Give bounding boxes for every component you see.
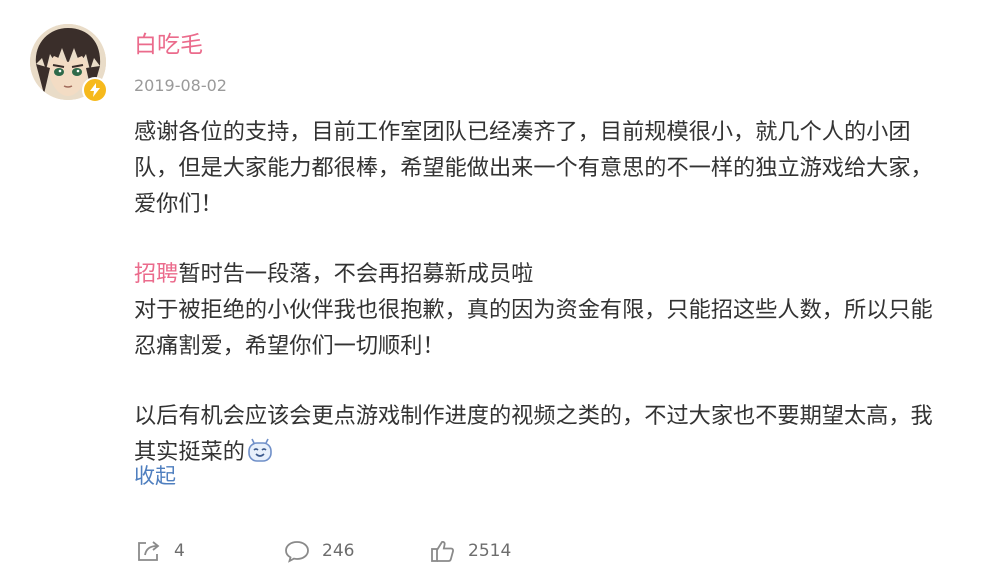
like-button[interactable]: 2514 <box>430 536 511 566</box>
post-text-line: 爱你们！ <box>134 191 223 217</box>
username[interactable]: 白吃毛 <box>134 30 203 60</box>
post-text-line: 队，但是大家能力都很棒，希望能做出来一个有意思的不一样的独立游戏给大家， <box>134 155 933 181</box>
post-text-line: 其实挺菜的 <box>134 434 984 470</box>
post-text-line: 忍痛割爱，希望你们一切顺利！ <box>134 333 445 359</box>
verified-badge-icon <box>82 77 108 103</box>
post-text-line: 感谢各位的支持，目前工作室团队已经凑齐了，目前规模很小，就几个人的小团 <box>134 119 911 145</box>
post-text-line: 对于被拒绝的小伙伴我也很抱歉，真的因为资金有限，只能招这些人数，所以只能 <box>134 297 933 323</box>
like-count: 2514 <box>468 541 512 561</box>
comment-button[interactable]: 246 <box>284 536 354 566</box>
weibo-post: 白吃毛 2019-08-02 感谢各位的支持，目前工作室团队已经凑齐了，目前规模… <box>0 0 1000 578</box>
post-timestamp[interactable]: 2019-08-02 <box>134 75 227 97</box>
smiling-face-emoji-icon <box>247 438 273 464</box>
thumbs-up-icon <box>431 540 454 562</box>
post-text-segment: 暂时告一段落，不会再招募新成员啦 <box>178 261 534 287</box>
post-text-line: 以后有机会应该会更点游戏制作进度的视频之类的，不过大家也不要期望太高，我 <box>134 403 933 429</box>
collapse-link[interactable]: 收起 <box>134 460 176 492</box>
topic-link[interactable]: 招聘 <box>134 261 178 287</box>
post-text-line: 招聘暂时告一段落，不会再招募新成员啦 <box>134 256 984 292</box>
repost-count: 4 <box>174 541 185 561</box>
comment-icon <box>285 541 309 563</box>
repost-button[interactable]: 4 <box>136 536 185 566</box>
post-text: 感谢各位的支持，目前工作室团队已经凑齐了，目前规模很小，就几个人的小团 队，但是… <box>134 114 984 470</box>
comment-count: 246 <box>322 541 355 561</box>
repost-icon <box>138 541 160 561</box>
